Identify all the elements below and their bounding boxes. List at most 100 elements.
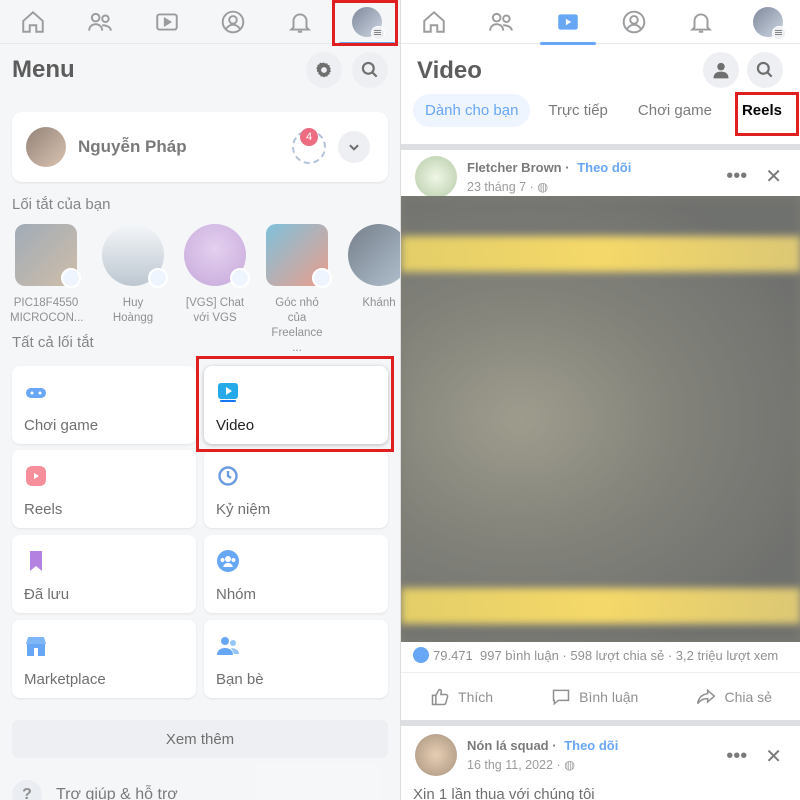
avatar[interactable] [415,156,457,198]
video-icon [557,13,578,30]
nav-home[interactable] [404,2,464,42]
shortcut-item[interactable]: Góc nhỏ của Freelance ... [266,224,332,354]
group-icon [61,268,81,288]
nav-notifications[interactable] [270,2,330,42]
avatar[interactable] [415,734,457,776]
tile-groups[interactable]: Nhóm [204,535,388,613]
shortcut-item[interactable]: PIC18F4550 MICROCON... [10,224,83,334]
group-icon [148,268,168,288]
top-navigation [401,0,800,45]
shortcut-label: Khánh [362,297,396,309]
page-title: Menu [12,56,75,83]
like-button[interactable]: Thích [430,687,493,707]
close-icon[interactable]: ✕ [765,744,782,769]
video-frame-border [401,588,800,624]
tab-for-you[interactable]: Dành cho bạn [413,94,531,127]
gear-icon [316,62,332,78]
nav-video[interactable] [137,2,197,42]
friends-icon [217,637,239,655]
like-count[interactable]: 79.471 [433,648,473,663]
post-author[interactable]: Nón lá squad [467,738,549,753]
tile-memories[interactable]: Kỷ niệm [204,450,388,528]
settings-button[interactable] [306,52,342,88]
profile-name: Nguyễn Pháp [78,137,187,156]
shortcut-thumbnail [348,224,400,286]
menu-lines-icon [771,25,786,40]
tile-label: Marketplace [24,671,106,688]
shortcuts-row: PIC18F4550 MICROCON... Huy Hoàngg [VGS] … [0,224,400,354]
follow-link[interactable]: Theo dõi [577,160,631,175]
shortcut-thumbnail [184,224,250,288]
thumbs-up-icon [431,688,449,705]
avatar [351,6,385,40]
post-date[interactable]: 16 thg 11, 2022 [467,758,553,772]
help-support-row[interactable]: ? Trợ giúp & hỗ trợ [12,780,178,800]
tab-gaming[interactable]: Chơi game [626,94,724,127]
share-button[interactable]: Chia sẻ [696,687,772,707]
more-options-icon[interactable]: ••• [726,745,747,768]
post-header: Nón lá squad · Theo dõi 16 thg 11, 2022 … [415,734,618,776]
post-header: Fletcher Brown · Theo dõi 23 tháng 7 · ◍ [415,156,631,198]
tab-live[interactable]: Trực tiếp [536,94,620,127]
home-icon [423,10,446,33]
nav-home[interactable] [3,2,63,42]
shortcut-item[interactable]: Khánh [348,224,400,334]
reels-icon [26,466,46,486]
shortcut-thumbnail [266,224,332,288]
menu-lines-icon [370,25,385,40]
tile-label: Reels [24,501,63,518]
tile-video[interactable]: Video [204,366,388,444]
video-player[interactable] [401,196,800,642]
shortcut-thumbnail [102,224,168,288]
nav-video[interactable] [538,2,598,45]
tile-label: Nhóm [216,586,257,603]
post-actions: Thích Bình luận Chia sẻ [401,672,800,720]
nav-notifications[interactable] [671,2,731,42]
tile-marketplace[interactable]: Marketplace [12,620,196,698]
more-options-icon[interactable]: ••• [726,165,747,188]
see-more-button[interactable]: Xem thêm [12,720,388,758]
video-screen: Video Dành cho bạn Trực tiếp Chơi game R… [400,0,800,800]
bell-icon [288,12,311,33]
nav-menu[interactable] [337,2,397,45]
tile-friends[interactable]: Bạn bè [204,620,388,698]
post-author[interactable]: Fletcher Brown [467,160,562,175]
profile-switch-button[interactable] [338,131,370,163]
nav-profile[interactable] [604,2,664,42]
video-play-icon [218,383,238,402]
nav-menu[interactable] [738,2,798,42]
profile-card[interactable]: Nguyễn Pháp 4 [12,112,388,182]
nav-profile[interactable] [203,2,263,42]
view-count: 3,2 triệu lượt xem [675,647,779,663]
shortcut-item[interactable]: [VGS] Chat với VGS [184,224,250,334]
tile-label: Chơi game [24,417,99,434]
comment-count[interactable]: 997 bình luận [480,648,559,663]
tile-saved[interactable]: Đã lưu [12,535,196,613]
tile-label: Kỷ niệm [216,501,271,518]
search-button[interactable] [352,52,388,88]
share-label: Chia sẻ [724,688,772,705]
share-count[interactable]: 598 lượt chia sẻ [570,648,664,663]
post-controls: ••• ✕ [726,744,782,769]
tile-gaming[interactable]: Chơi game [12,366,196,444]
video-tabs: Dành cho bạn Trực tiếp Chơi game Reels [413,94,794,127]
nav-friends[interactable] [471,2,531,42]
search-button[interactable] [747,52,783,88]
close-icon[interactable]: ✕ [765,164,782,189]
home-icon [22,10,45,33]
shortcut-label: Huy Hoàngg [112,297,154,324]
tab-reels[interactable]: Reels [729,94,794,127]
shortcut-label: [VGS] Chat với VGS [185,297,245,324]
tile-reels[interactable]: Reels [12,450,196,528]
nav-friends[interactable] [70,2,130,42]
shortcuts-heading: Lối tắt của bạn [12,196,111,213]
groups-icon [217,550,239,572]
comment-button[interactable]: Bình luận [551,687,638,707]
shortcut-item[interactable]: Huy Hoàngg [102,224,168,334]
profile-icon [222,10,245,33]
my-videos-button[interactable] [703,52,739,88]
tile-label: Đã lưu [24,586,70,603]
person-icon [713,62,729,79]
follow-link[interactable]: Theo dõi [564,738,618,753]
post-date[interactable]: 23 tháng 7 [467,180,526,194]
